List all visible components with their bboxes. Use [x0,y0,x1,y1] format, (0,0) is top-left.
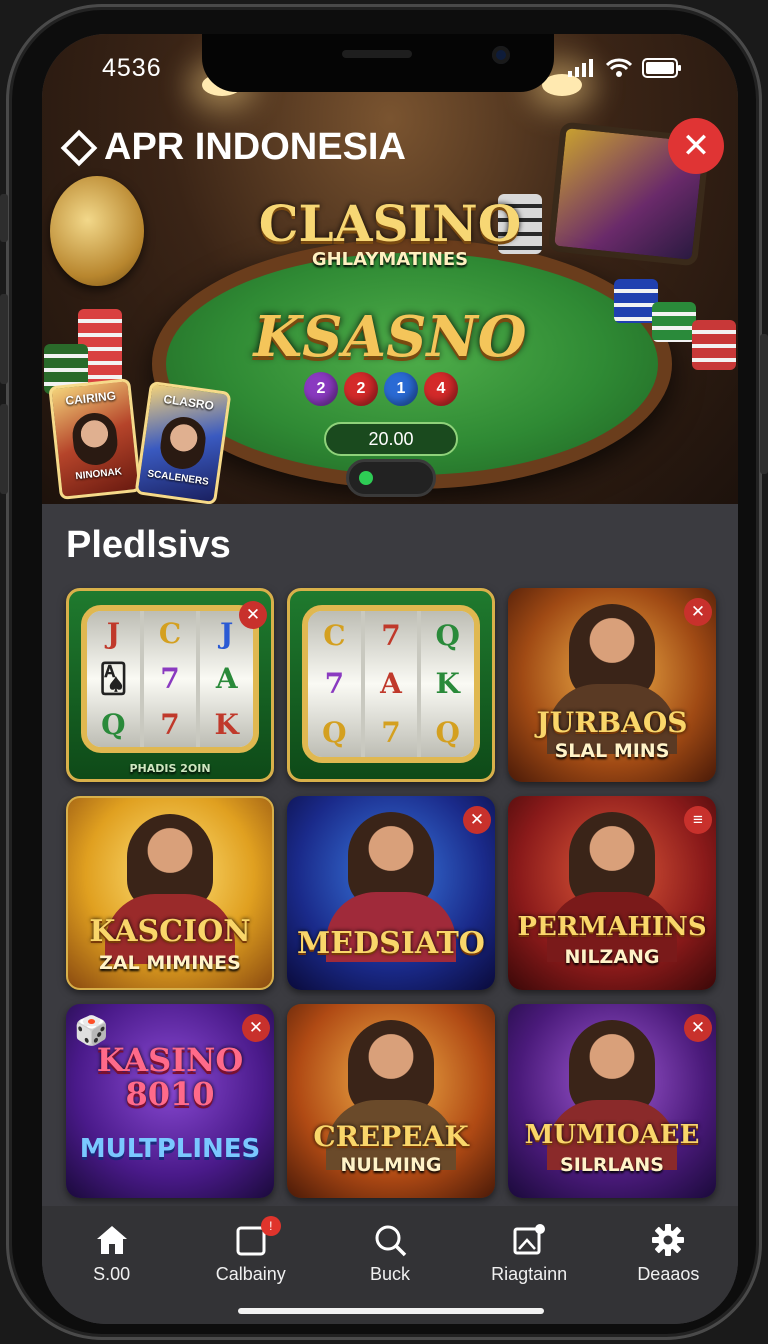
close-icon: ✕ [690,602,706,621]
tile-title: JURBAOS [536,706,688,739]
search-icon [375,1225,407,1257]
tile-subtitle: PHADIS 2OIN [129,762,211,775]
close-button[interactable]: ✕ [239,601,267,629]
close-button[interactable]: ✕ [463,806,491,834]
signal-icon [568,59,593,77]
game-grid: J🂡Q C77 JAK PHADIS 2OIN ✕ C7Q 7A7 QKQ [66,588,716,1198]
slot-reels: C7Q 7A7 QKQ [302,605,480,763]
nav-label: Deaaos [637,1264,700,1284]
notch [202,34,554,92]
game-tile[interactable]: 🎲 KASINO 8010 MULTPLINES ✕ [66,1004,274,1198]
game-tile[interactable]: KASCION ZAL MIMINES [66,796,274,990]
close-button[interactable]: ✕ [684,598,712,626]
volume-up-button [0,294,8,384]
tile-title: MEDSIATO [297,926,485,961]
notification-badge: ! [260,1216,281,1236]
screen: APR INDONESIA ✕ CLASINO GHLAYMATINES KSA… [42,34,738,1324]
nav-item-settings[interactable]: Deaaos [608,1222,728,1324]
tile-subtitle: NILZANG [564,946,660,968]
player-card-right: CLASRO SCALENERS [134,380,232,504]
game-tile[interactable]: J 🂡 Q C77 JAK PHADIS 2OIN ✕ [66,588,274,782]
section-title: Pledlsivs [66,524,231,566]
game-tile[interactable]: JURBAOS SLAL MINS ✕ [508,588,716,782]
nav-label: Riagtainn [491,1264,568,1284]
game-tile[interactable]: MEDSIATO ✕ [287,796,495,990]
tile-title: KASINO 8010 [96,1041,244,1113]
nav-label: S.00 [93,1264,131,1284]
ball: 4 [424,372,458,406]
tile-subtitle: NULMING [340,1154,442,1176]
game-tile[interactable]: PERMAHINS NILZANG ≡ [508,796,716,990]
tile-title: KASCION [89,914,251,949]
card-title: CLASRO [162,391,215,413]
hero-banner[interactable]: APR INDONESIA ✕ CLASINO GHLAYMATINES KSA… [42,34,738,504]
close-button[interactable]: ✕ [668,118,724,174]
close-button[interactable]: ✕ [684,1014,712,1042]
nav-item-home[interactable]: S.00 [52,1222,172,1324]
ball: 2 [304,372,338,406]
power-button [760,334,768,474]
tile-subtitle: SLAL MINS [554,740,670,762]
ball: 2 [344,372,378,406]
gear-icon [652,1224,685,1256]
lottery-balls: 2 2 1 4 [304,372,458,406]
game-tile[interactable]: MUMIOAEE SILRLANS ✕ [508,1004,716,1198]
menu-icon: ≡ [693,810,703,829]
portrait-icon [70,410,120,468]
card-subtitle: NINONAK [74,466,123,483]
tile-title: MUMIOAEE [524,1120,700,1150]
image-edit-icon [513,1224,546,1255]
hero-subtitle: GHLAYMATINES [311,249,469,270]
status-time: 4536 [102,54,162,82]
volume-down-button [0,404,8,494]
tile-title: CREPEAK [313,1120,469,1153]
close-icon: ✕ [469,810,485,829]
nav-label: Buck [369,1264,410,1284]
close-button[interactable]: ✕ [242,1014,270,1042]
wifi-icon [606,58,632,77]
reel: 7A7 [364,611,422,757]
game-tile[interactable]: C7Q 7A7 QKQ [287,588,495,782]
home-indicator[interactable] [238,1308,544,1314]
card-subtitle: SCALENERS [146,468,210,488]
brand-logo[interactable]: APR INDONESIA [60,126,406,169]
mute-switch [0,194,8,242]
tile-subtitle: SILRLANS [560,1154,664,1176]
banner-toggle[interactable] [346,459,436,497]
card-title: CAIRING [64,388,117,408]
nav-label: Calbainy [215,1264,286,1284]
status-icons [568,58,682,78]
close-icon: ✕ [245,605,261,624]
tile-subtitle: ZAL MIMINES [99,952,241,974]
bottom-nav: S.00 ! Calbainy Buck Riagtainn Deaaos [42,1206,738,1324]
earpiece-speaker [342,50,412,58]
slot-reels: J 🂡 Q C77 JAK [81,605,259,753]
front-camera [492,46,510,64]
menu-button[interactable]: ≡ [684,806,712,834]
battery-icon [642,58,681,78]
brand-name: APR INDONESIA [104,126,406,168]
player-card-left: CAIRING NINONAK [48,378,142,500]
phone-frame: APR INDONESIA ✕ CLASINO GHLAYMATINES KSA… [0,4,768,1340]
reel: C77 [143,611,201,747]
portrait-icon [157,414,209,472]
home-icon [96,1226,127,1254]
reel: QKQ [421,611,474,757]
status-bar: 4536 [42,34,738,104]
tile-subtitle: MULTPLINES [79,1134,261,1164]
hero-title: CLASINO [258,194,522,253]
bet-amount: 20.00 [324,422,458,456]
reel: J 🂡 Q [87,611,144,747]
reel: C7Q [308,611,365,757]
close-icon: ✕ [248,1018,264,1037]
toggle-indicator [359,471,373,485]
close-icon: ✕ [690,1018,706,1037]
ball: 1 [384,372,418,406]
hero-title-secondary: KSASNO [253,304,527,370]
reel: JAK [200,611,253,747]
game-tile[interactable]: CREPEAK NULMING [287,1004,495,1198]
diamond-icon [60,129,98,166]
tile-title: PERMAHINS [517,912,707,942]
close-icon: ✕ [681,127,711,165]
